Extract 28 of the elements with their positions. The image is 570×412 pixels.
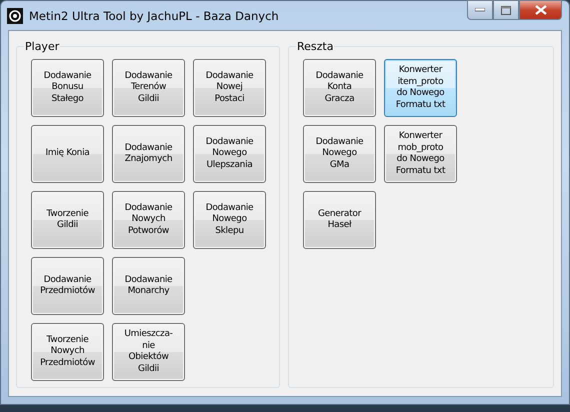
action-button[interactable]: Dodawanie Bonusu Stałego [31,59,104,117]
action-button[interactable]: Dodawanie Terenów Gildii [112,59,185,117]
window-title: Metin2 Ultra Tool by JachuPL - Baza Danych [29,8,280,22]
action-button[interactable]: Konwerter mob_proto do Nowego Formatu txt [384,125,457,183]
group-title: Reszta [296,40,334,53]
action-button[interactable]: Dodawanie Znajomych [112,125,185,183]
action-button[interactable]: Tworzenie Gildii [31,191,104,249]
action-button[interactable]: Tworzenie Nowych Przedmiotów [31,323,104,381]
action-button[interactable]: Konwerter item_proto do Nowego Formatu txt [384,59,457,117]
maximize-button[interactable] [493,0,519,20]
action-button[interactable]: Dodawanie Konta Gracza [303,59,376,117]
action-button[interactable]: Dodawanie Nowej Postaci [193,59,266,117]
app-icon [7,8,23,24]
action-button[interactable]: Dodawanie Przedmiotów [31,257,104,315]
minimize-icon [475,8,485,12]
action-button[interactable]: Dodawanie Nowego Ulepszania [193,125,266,183]
action-button[interactable]: Dodawanie Nowego GMa [303,125,376,183]
action-button[interactable]: Umieszcza- nie Obiektów Gildii [112,323,185,381]
action-button[interactable]: Dodawanie Monarchy [112,257,185,315]
close-icon [534,5,546,15]
group-title: Player [24,40,60,53]
action-button[interactable]: Dodawanie Nowego Sklepu [193,191,266,249]
action-button[interactable]: Generator Haseł [303,191,376,249]
close-button[interactable] [519,0,562,20]
action-button[interactable]: Imię Konia [31,125,104,183]
action-button[interactable]: Dodawanie Nowych Potworów [112,191,185,249]
minimize-button[interactable] [467,0,493,20]
maximize-icon [501,6,511,14]
